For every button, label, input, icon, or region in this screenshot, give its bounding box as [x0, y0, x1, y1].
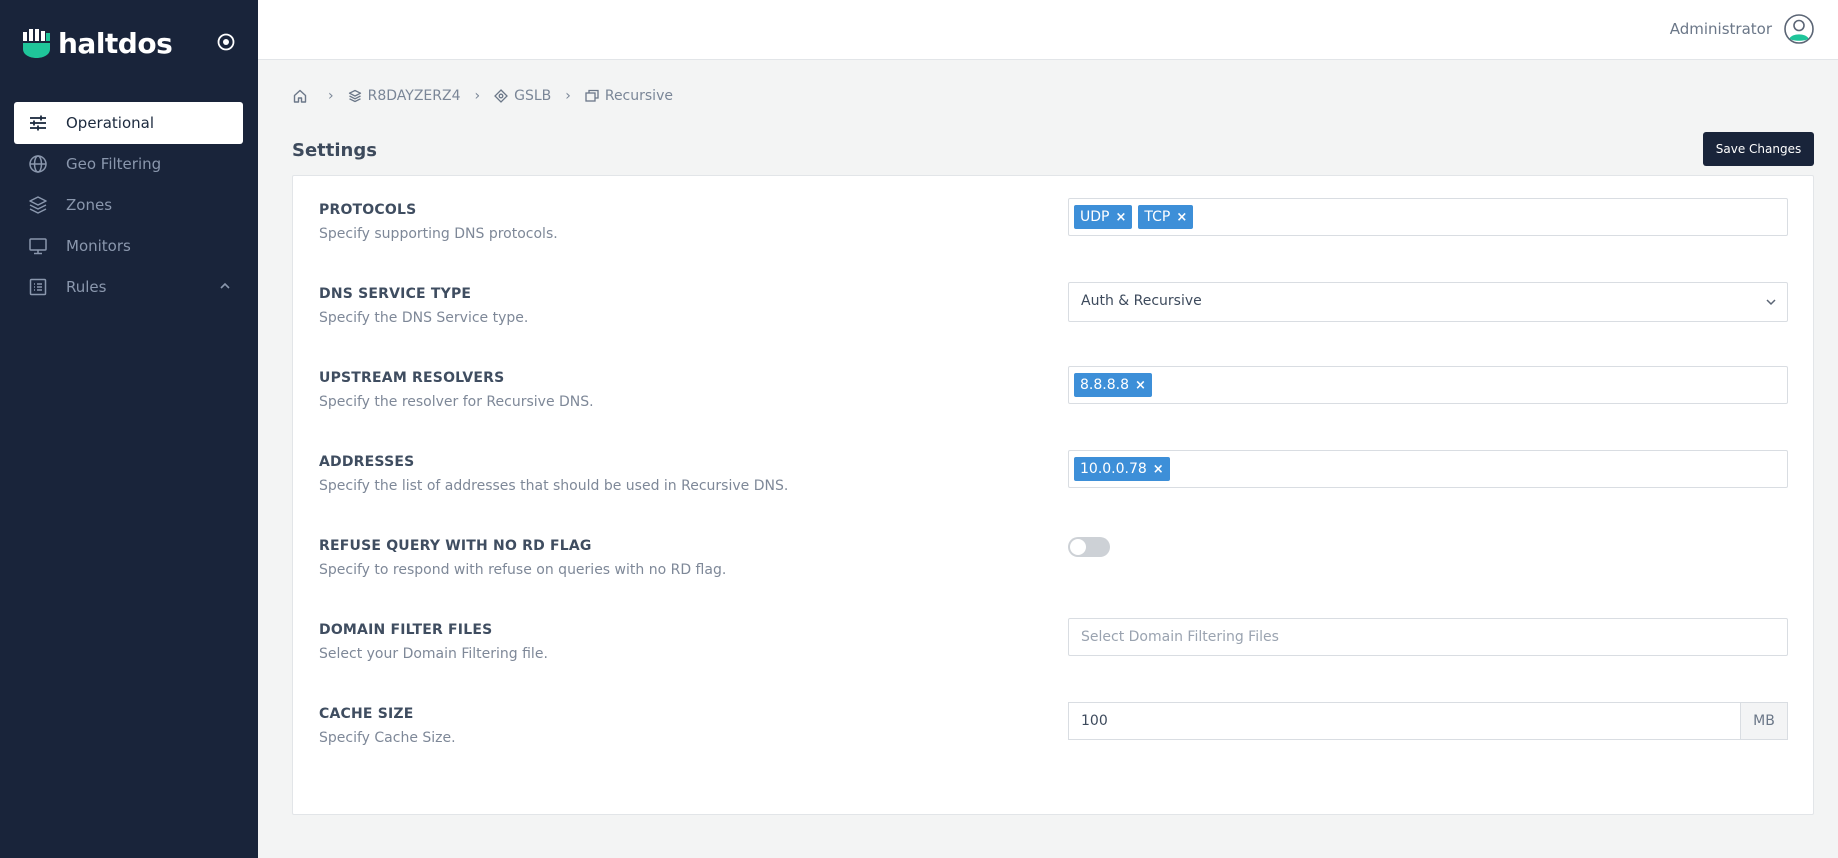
tag-label: 10.0.0.78 [1080, 461, 1147, 477]
brand-name: haltdos [58, 26, 173, 60]
select-value: Auth & Recursive [1081, 293, 1202, 309]
breadcrumb-separator: › [328, 88, 334, 104]
setting-description: Specify the list of addresses that shoul… [319, 478, 789, 494]
sidebar-item-label: Operational [66, 114, 155, 132]
breadcrumb-item-recursive[interactable]: Recursive [585, 88, 673, 104]
avatar [1784, 14, 1814, 44]
settings-card: PROTOCOLS Specify supporting DNS protoco… [292, 175, 1814, 815]
tag-remove-icon[interactable]: × [1153, 462, 1164, 477]
windows-icon [585, 89, 599, 102]
tag-label: UDP [1080, 209, 1110, 225]
setting-description: Specify the DNS Service type. [319, 310, 529, 326]
sidebar-toggle-icon[interactable] [216, 32, 236, 52]
user-name: Administrator [1669, 20, 1772, 38]
cache-size-input-group: MB [1068, 702, 1788, 740]
sidebar-item-label: Geo Filtering [66, 155, 162, 173]
breadcrumb-label: R8DAYZERZ4 [367, 88, 461, 104]
tag: TCP × [1138, 205, 1194, 229]
breadcrumb-home[interactable] [292, 88, 314, 104]
tag-remove-icon[interactable]: × [1115, 210, 1126, 225]
setting-domain-filter-files: DOMAIN FILTER FILES Select your Domain F… [293, 618, 1813, 682]
sidebar-item-rules[interactable]: Rules [14, 266, 243, 308]
tag-label: 8.8.8.8 [1080, 377, 1129, 393]
breadcrumb-item-gslb[interactable]: GSLB [494, 88, 551, 104]
cache-size-input[interactable] [1068, 702, 1740, 740]
refuse-query-toggle[interactable] [1068, 537, 1110, 557]
breadcrumb-label: GSLB [514, 88, 552, 104]
monitor-icon [29, 238, 47, 255]
sidebar-item-zones[interactable]: Zones [14, 184, 243, 226]
sidebar-item-label: Zones [66, 196, 113, 214]
setting-description: Specify the resolver for Recursive DNS. [319, 394, 594, 410]
setting-upstream-resolvers: UPSTREAM RESOLVERS Specify the resolver … [293, 366, 1813, 430]
setting-description: Specify to respond with refuse on querie… [319, 562, 727, 578]
home-icon [293, 89, 307, 103]
tag: UDP × [1074, 205, 1133, 229]
layers-icon [348, 89, 361, 103]
user-menu[interactable]: Administrator [1670, 14, 1814, 44]
setting-protocols: PROTOCOLS Specify supporting DNS protoco… [293, 198, 1813, 262]
save-changes-button[interactable]: Save Changes [1703, 132, 1814, 166]
sidebar-item-geo-filtering[interactable]: Geo Filtering [14, 143, 243, 185]
sidebar-item-label: Rules [66, 278, 107, 296]
setting-cache-size: CACHE SIZE Specify Cache Size. MB [293, 702, 1813, 766]
tag: 8.8.8.8 × [1074, 373, 1152, 397]
breadcrumb-separator: › [565, 88, 571, 104]
brand[interactable]: haltdos [22, 26, 173, 60]
upstream-resolvers-tag-input[interactable]: 8.8.8.8 × [1068, 366, 1788, 404]
sidebar-item-operational[interactable]: Operational [14, 102, 243, 144]
setting-refuse-query: REFUSE QUERY WITH NO RD FLAG Specify to … [293, 537, 1813, 598]
top-bar: Administrator [258, 0, 1838, 60]
breadcrumb-label: Recursive [604, 88, 673, 104]
globe-icon [29, 155, 47, 173]
target-icon [494, 89, 509, 103]
list-icon [29, 278, 47, 296]
chevron-down-icon [1766, 299, 1776, 306]
protocols-tag-input[interactable]: UDP × TCP × [1068, 198, 1788, 236]
layers-icon [29, 196, 47, 214]
breadcrumb-item-zone[interactable]: R8DAYZERZ4 [348, 88, 461, 104]
domain-filter-files-select[interactable]: Select Domain Filtering Files [1068, 618, 1788, 656]
tag-label: TCP [1144, 209, 1171, 225]
setting-label: DOMAIN FILTER FILES [319, 622, 493, 638]
setting-label: ADDRESSES [319, 454, 415, 470]
setting-dns-service-type: DNS SERVICE TYPE Specify the DNS Service… [293, 282, 1813, 346]
haltdos-logo-icon [23, 29, 50, 58]
tag-remove-icon[interactable]: × [1135, 378, 1146, 393]
setting-addresses: ADDRESSES Specify the list of addresses … [293, 450, 1813, 514]
select-placeholder: Select Domain Filtering Files [1081, 629, 1279, 645]
dns-service-type-select[interactable]: Auth & Recursive [1068, 282, 1788, 322]
breadcrumb-separator: › [474, 88, 481, 104]
page-title: Settings [292, 140, 377, 161]
setting-label: DNS SERVICE TYPE [319, 286, 472, 302]
addresses-tag-input[interactable]: 10.0.0.78 × [1068, 450, 1788, 488]
sidebar-nav: Operational Geo Filtering Zones Monitors… [14, 102, 243, 307]
sidebar: haltdos Operational Geo Filtering Zones … [0, 0, 258, 858]
setting-description: Specify supporting DNS protocols. [319, 226, 558, 242]
setting-label: UPSTREAM RESOLVERS [319, 370, 505, 386]
toggle-knob [1070, 539, 1086, 555]
setting-label: CACHE SIZE [319, 706, 414, 722]
sidebar-item-label: Monitors [66, 237, 131, 255]
tag-remove-icon[interactable]: × [1176, 210, 1187, 225]
chevron-up-icon[interactable] [219, 280, 231, 292]
tag: 10.0.0.78 × [1074, 457, 1170, 481]
setting-label: REFUSE QUERY WITH NO RD FLAG [319, 538, 592, 554]
setting-label: PROTOCOLS [319, 202, 417, 218]
breadcrumb: › R8DAYZERZ4 › GSLB › Recursive [292, 88, 673, 104]
cache-size-unit: MB [1740, 702, 1788, 740]
sliders-icon [30, 115, 46, 131]
setting-description: Specify Cache Size. [319, 730, 456, 746]
setting-description: Select your Domain Filtering file. [319, 646, 548, 662]
sidebar-item-monitors[interactable]: Monitors [14, 225, 243, 267]
